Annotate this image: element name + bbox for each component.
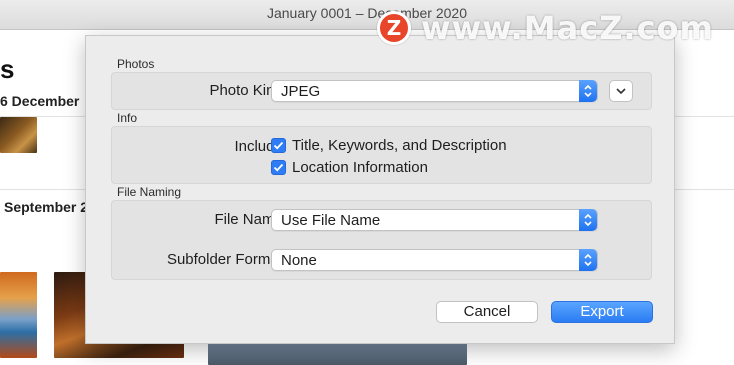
export-button[interactable]: Export <box>551 301 653 323</box>
watermark: Z www.MacZ.com <box>377 9 714 47</box>
up-down-chevron-icon <box>579 80 597 102</box>
export-sheet: Photos Photo Kind: JPEG Info Include: Ti… <box>85 35 675 344</box>
file-naming-section-title: File Naming <box>117 185 182 199</box>
checkbox-label: Title, Keywords, and Description <box>292 137 507 154</box>
file-name-label: File Name: <box>214 211 287 228</box>
photo-kind-popup[interactable]: JPEG <box>271 80 598 102</box>
chevron-down-icon <box>616 88 626 95</box>
photo-thumbnail[interactable] <box>0 272 37 358</box>
photos-group: Photo Kind: JPEG <box>111 72 652 110</box>
checkmark-icon <box>273 141 284 150</box>
checkbox[interactable] <box>271 138 286 153</box>
disclosure-button[interactable] <box>609 80 633 102</box>
background-heading: s <box>0 54 15 84</box>
up-down-chevron-icon <box>579 209 597 231</box>
checkmark-icon <box>273 163 284 172</box>
info-group: Include: Title, Keywords, and Descriptio… <box>111 126 652 184</box>
cancel-button[interactable]: Cancel <box>436 301 538 323</box>
watermark-text: www.MacZ.com <box>421 9 714 47</box>
file-naming-group: File Name: Use File Name Subfolder Forma… <box>111 200 652 280</box>
subfolder-format-popup[interactable]: None <box>271 249 598 271</box>
checkbox-label: Location Information <box>292 159 428 176</box>
photos-section-title: Photos <box>117 57 155 71</box>
photo-kind-value: JPEG <box>281 83 321 100</box>
background-date-2: September 2 <box>4 199 89 215</box>
watermark-badge: Z <box>377 11 411 45</box>
include-label: Include: <box>234 138 287 155</box>
file-name-value: Use File Name <box>281 212 381 229</box>
subfolder-format-label: Subfolder Format: <box>166 251 287 268</box>
photo-kind-label: Photo Kind: <box>209 82 287 99</box>
checkbox[interactable] <box>271 160 286 175</box>
file-name-popup[interactable]: Use File Name <box>271 209 598 231</box>
info-section-title: Info <box>117 111 138 125</box>
up-down-chevron-icon <box>579 249 597 271</box>
include-option-location[interactable]: Location Information <box>271 159 428 176</box>
photo-thumbnail[interactable] <box>0 117 37 153</box>
subfolder-format-value: None <box>281 252 317 269</box>
background-date-1: 6 December <box>0 93 80 109</box>
include-option-title-keywords[interactable]: Title, Keywords, and Description <box>271 137 507 154</box>
